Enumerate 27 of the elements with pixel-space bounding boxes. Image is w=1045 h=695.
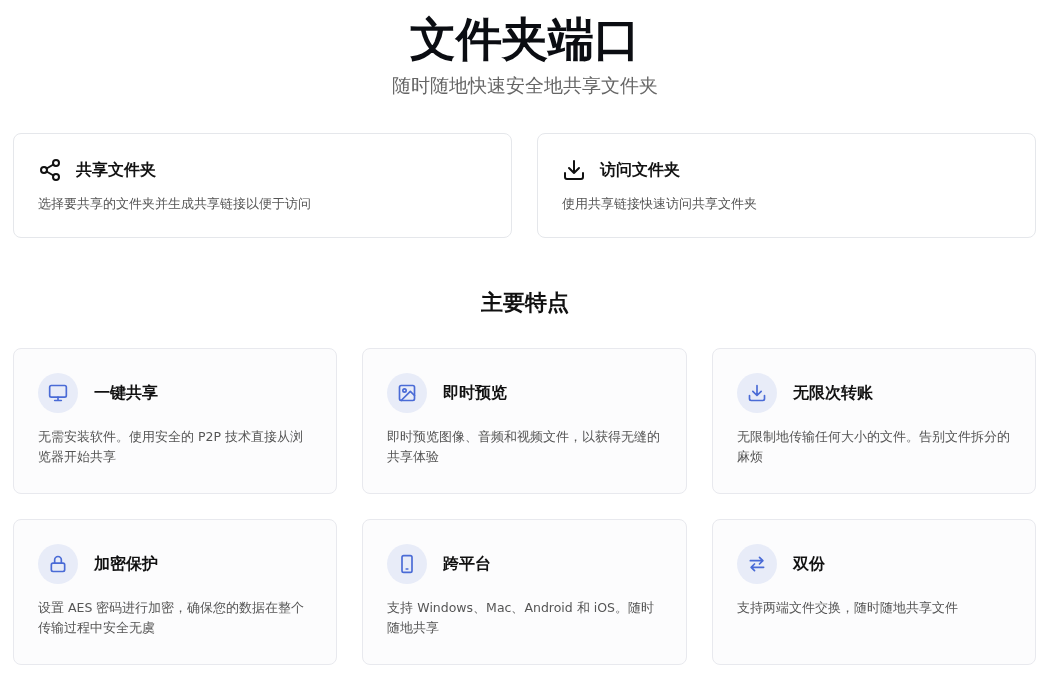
card-description: 选择要共享的文件夹并生成共享链接以便于访问 — [38, 196, 312, 213]
feature-title: 即时预览 — [443, 382, 508, 404]
feature-title: 一键共享 — [94, 382, 158, 404]
download-icon — [746, 383, 767, 403]
page-title: 文件夹端口 — [409, 11, 640, 68]
feature-description: 无需安装软件。使用安全的 P2P 技术直接从浏览器开始共享 — [38, 428, 304, 466]
feature-description: 设置 AES 密码进行加密，确保您的数据在整个传输过程中安全无虞 — [38, 599, 306, 637]
download-icon — [562, 158, 586, 182]
feature-description: 支持 Windows、Mac、Android 和 iOS。随时随地共享 — [387, 599, 655, 637]
image-icon — [397, 383, 418, 403]
action-card[interactable]: 访问文件夹 使用共享链接快速访问共享文件夹 — [537, 133, 1036, 238]
share-icon — [38, 158, 62, 182]
section-heading: 主要特点 — [479, 289, 570, 317]
card-description: 使用共享链接快速访问共享文件夹 — [562, 196, 758, 213]
page-subtitle: 随时随地快速安全地共享文件夹 — [391, 73, 658, 98]
feature-description: 即时预览图像、音频和视频文件，以获得无缝的共享体验 — [387, 428, 662, 466]
monitor-icon — [48, 383, 68, 403]
card-title: 共享文件夹 — [76, 159, 156, 181]
card-title: 访问文件夹 — [600, 159, 680, 181]
feature-title: 无限次转账 — [792, 382, 873, 404]
feature-title: 加密保护 — [94, 553, 158, 575]
lock-icon — [48, 554, 68, 574]
action-card[interactable]: 共享文件夹 选择要共享的文件夹并生成共享链接以便于访问 — [13, 133, 512, 238]
feature-description: 无限制地传输任何大小的文件。告别文件拆分的麻烦 — [736, 428, 1011, 466]
feature-description: 支持两端文件交换，随时随地共享文件 — [736, 599, 959, 617]
feature-title: 双份 — [792, 553, 825, 575]
feature-title: 跨平台 — [443, 553, 492, 575]
